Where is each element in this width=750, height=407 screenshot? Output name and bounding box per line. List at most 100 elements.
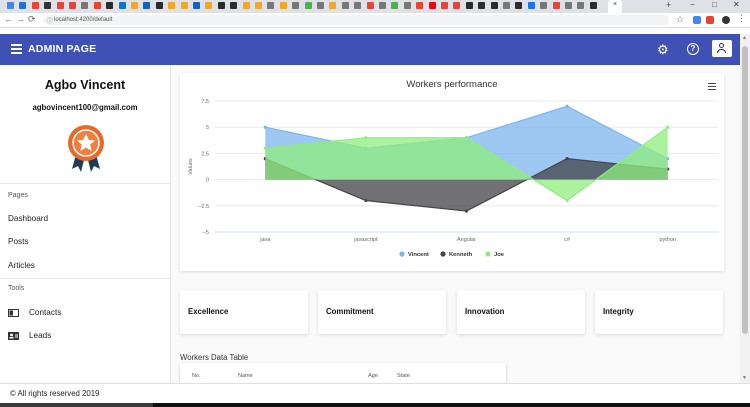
x-tick-label: java [259, 237, 271, 243]
account-button[interactable] [712, 40, 732, 57]
browser-tab-favicon[interactable] [292, 2, 300, 9]
bookmark-star-icon[interactable]: ☆ [676, 14, 684, 25]
help-icon[interactable]: ? [687, 43, 699, 55]
settings-gear-icon[interactable]: ⚙ [657, 42, 669, 58]
url-field[interactable]: localhost:4200/default [44, 15, 669, 25]
scrollbar-thumb[interactable] [742, 46, 748, 334]
column-header-name[interactable]: Name [238, 373, 253, 379]
reload-button[interactable]: ⟳ [28, 14, 36, 25]
browser-tab-favicon[interactable] [255, 2, 262, 9]
extension-icon[interactable] [693, 16, 701, 24]
column-header-no[interactable]: No. [192, 373, 201, 379]
y-tick-label: 2.5 [201, 151, 209, 157]
value-card-innovation[interactable]: Innovation [457, 290, 585, 334]
browser-tab-favicon[interactable] [540, 2, 548, 9]
x-tick-label: javascript [353, 237, 378, 243]
card-label: Integrity [603, 307, 634, 316]
browser-tab-favicon[interactable] [341, 2, 349, 9]
browser-tab-favicon[interactable] [44, 2, 52, 9]
nav-item-articles[interactable]: Articles [8, 261, 35, 270]
browser-tab-favicon[interactable] [279, 2, 287, 9]
column-header-state[interactable]: State [397, 373, 410, 379]
column-header-age[interactable]: Age [368, 373, 378, 379]
data-point-joe [464, 136, 469, 140]
browser-tab-favicon[interactable] [168, 2, 176, 9]
browser-menu-icon[interactable]: ⋮ [737, 13, 746, 24]
nav-item-contacts[interactable]: Contacts [29, 308, 61, 317]
browser-tab-favicon[interactable] [69, 2, 76, 9]
browser-tab-favicon[interactable] [478, 2, 486, 9]
browser-tab-favicon[interactable] [527, 2, 535, 9]
browser-tab-favicon[interactable] [428, 2, 436, 9]
tab-close-icon[interactable]: × [613, 1, 617, 8]
legend-label-vincent: Vincent [408, 252, 429, 258]
browser-tab-favicon[interactable] [552, 2, 560, 9]
browser-tab-favicon[interactable] [304, 2, 312, 9]
browser-tab-favicon[interactable] [577, 2, 585, 9]
extension-icon[interactable] [706, 16, 714, 24]
chart-menu-icon[interactable] [708, 83, 716, 92]
site-info-icon[interactable]: ⓘ [47, 16, 53, 25]
browser-tab-favicon[interactable] [403, 2, 411, 9]
close-window-button[interactable]: ✕ [733, 0, 740, 9]
browser-tab-favicon[interactable] [391, 2, 399, 9]
browser-tab-favicon[interactable] [81, 2, 89, 9]
browser-tab-favicon[interactable] [317, 2, 324, 9]
browser-tab-favicon[interactable] [93, 2, 101, 9]
browser-tab-favicon[interactable] [565, 2, 572, 9]
browser-tab-favicon[interactable] [155, 2, 163, 9]
chart-title: Workers performance [406, 79, 497, 90]
browser-tab-favicon[interactable] [180, 2, 188, 9]
browser-tab-favicon[interactable] [465, 2, 473, 9]
browser-tab-favicon[interactable] [515, 2, 523, 9]
browser-tab-favicon[interactable] [366, 2, 374, 9]
browser-tab-favicon[interactable] [205, 2, 213, 9]
value-card-excellence[interactable]: Excellence [180, 290, 308, 334]
nav-item-posts[interactable]: Posts [8, 237, 28, 246]
browser-tab-favicon[interactable] [230, 2, 238, 9]
browser-tab-favicon[interactable] [19, 2, 27, 9]
browser-tab-favicon[interactable] [490, 2, 498, 9]
y-tick-label: −5 [203, 230, 209, 236]
leads-icon [8, 332, 19, 340]
back-button[interactable]: ← [4, 14, 13, 24]
browser-tab-favicon[interactable] [7, 2, 14, 9]
x-tick-label: Angular [457, 237, 476, 243]
nav-item-dashboard[interactable]: Dashboard [8, 214, 48, 223]
legend-marker-kenneth [440, 251, 446, 257]
browser-tab-favicon[interactable] [56, 2, 64, 9]
browser-tab-favicon[interactable] [354, 2, 362, 9]
data-point-joe [565, 198, 569, 203]
browser-tab-favicon[interactable] [453, 2, 461, 9]
contacts-icon [8, 309, 19, 317]
browser-tab-favicon[interactable] [193, 2, 200, 9]
browser-tab-favicon[interactable] [118, 2, 126, 9]
browser-tab-favicon[interactable] [379, 2, 386, 9]
data-point-kenneth [565, 157, 569, 161]
browser-tab-favicon[interactable] [589, 2, 597, 9]
minimize-window-button[interactable]: − [690, 0, 695, 9]
profile-avatar-icon[interactable] [722, 16, 730, 24]
browser-tab-favicon[interactable] [242, 2, 250, 9]
browser-tab-favicon[interactable] [131, 2, 138, 9]
value-card-integrity[interactable]: Integrity [595, 290, 723, 334]
forward-button[interactable]: → [16, 14, 25, 24]
maximize-window-button[interactable]: □ [712, 0, 717, 9]
browser-tab-favicon[interactable] [267, 2, 275, 9]
nav-item-leads[interactable]: Leads [29, 331, 51, 340]
browser-tab-favicon[interactable] [31, 2, 39, 9]
browser-tab-favicon[interactable] [329, 2, 337, 9]
browser-tab-favicon[interactable] [441, 2, 448, 9]
scroll-up-arrow-icon[interactable]: ▲ [742, 35, 747, 41]
value-card-commitment[interactable]: Commitment [318, 290, 446, 334]
browser-tab-favicon[interactable] [106, 2, 114, 9]
new-tab-button[interactable]: + [666, 0, 671, 10]
page-scrollbar[interactable]: ▲ ▼ [740, 34, 750, 383]
browser-tab-favicon[interactable] [503, 2, 510, 9]
pages-section-title: Pages [8, 192, 28, 199]
hamburger-menu-icon[interactable] [11, 44, 22, 57]
browser-tab-favicon[interactable] [416, 2, 424, 9]
browser-tab-favicon[interactable] [217, 2, 225, 9]
scroll-down-arrow-icon[interactable]: ▼ [742, 375, 747, 381]
browser-tab-favicon[interactable] [143, 2, 151, 9]
